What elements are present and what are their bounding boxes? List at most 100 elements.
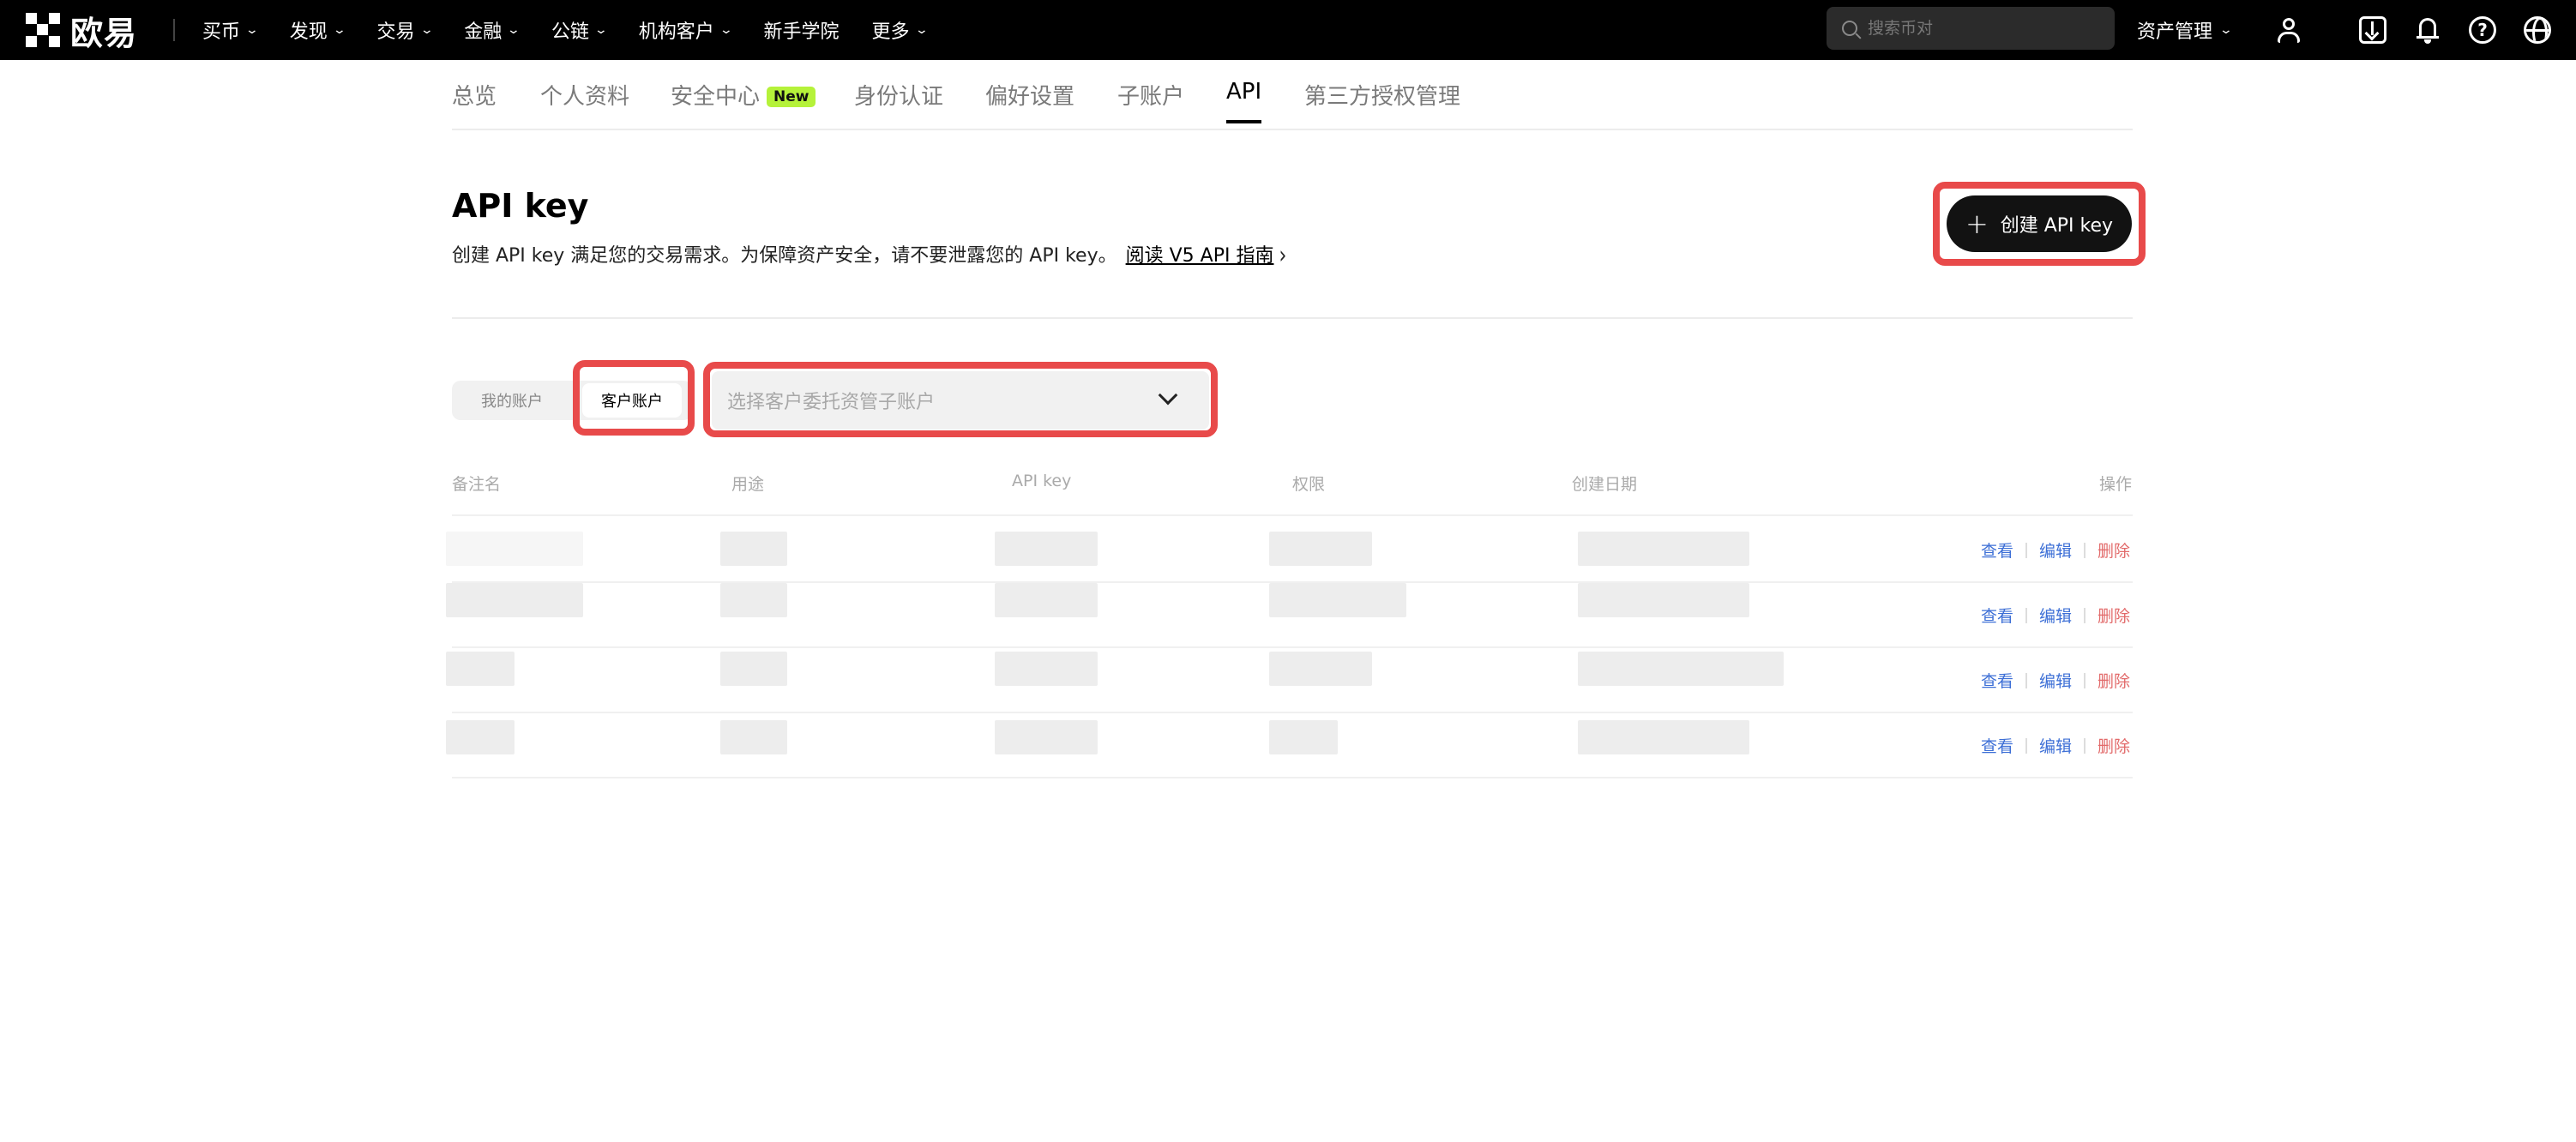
tab-overview[interactable]: 总览 [452, 79, 497, 111]
row-actions: 查看 编辑 删除 [1981, 538, 2130, 562]
row-actions: 查看 编辑 删除 [1981, 669, 2130, 692]
nav-item-finance[interactable]: 金融 ⌄ [464, 16, 521, 44]
column-header-api-key: API key [1012, 472, 1072, 490]
view-button[interactable]: 查看 [1981, 734, 2013, 757]
tab-sub-accounts[interactable]: 子账户 [1117, 79, 1184, 111]
download-button[interactable] [2356, 14, 2389, 46]
action-divider [2083, 542, 2085, 558]
language-button[interactable] [2521, 14, 2554, 46]
blurred-created-date [1578, 583, 1749, 617]
chevron-down-icon: ⌄ [332, 23, 346, 37]
column-header-remark: 备注名 [452, 475, 502, 494]
nav-item-discover[interactable]: 发现 ⌄ [290, 16, 346, 44]
create-api-key-button[interactable]: + 创建 API key [1947, 195, 2132, 252]
nav-item-label: 金融 [464, 21, 503, 43]
search-box[interactable] [1827, 7, 2115, 50]
edit-button[interactable]: 编辑 [2039, 604, 2072, 627]
page-description: 创建 API key 满足您的交易需求。为保障资产安全，请不要泄露您的 API … [452, 240, 1287, 270]
action-divider [2025, 737, 2027, 754]
highlight-client-account [573, 360, 695, 436]
nav-item-label: 更多 [871, 21, 910, 43]
edit-button[interactable]: 编辑 [2039, 669, 2072, 692]
nav-item-buy-crypto[interactable]: 买币 ⌄ [202, 16, 259, 44]
highlight-sub-account-select [703, 362, 1218, 437]
nav-item-trade[interactable]: 交易 ⌄ [376, 16, 434, 44]
edit-button[interactable]: 编辑 [2039, 734, 2072, 757]
tab-identity[interactable]: 身份认证 [854, 79, 943, 111]
blurred-created-date [1578, 532, 1749, 566]
section-divider [452, 317, 2133, 319]
tab-label: API [1226, 79, 1262, 105]
nav-item-label: 买币 [202, 21, 241, 43]
row-divider [452, 777, 2133, 778]
blurred-api-key [995, 583, 1098, 617]
tab-preferences[interactable]: 偏好设置 [985, 79, 1074, 111]
bell-icon[interactable] [2411, 14, 2444, 46]
action-divider [2083, 672, 2085, 688]
asset-management-label: 资产管理 [2137, 21, 2213, 43]
main-nav: 买币 ⌄ 发现 ⌄ 交易 ⌄ 金融 ⌄ 公链 ⌄ 机构客户 ⌄ 新手学院 更多 ⌄ [202, 0, 959, 60]
column-header-actions: 操作 [2099, 475, 2133, 494]
logo-divider [173, 19, 175, 41]
tab-label: 子账户 [1117, 84, 1185, 110]
asset-management-menu[interactable]: 资产管理 ⌄ [2137, 0, 2234, 60]
delete-button[interactable]: 删除 [2098, 669, 2130, 692]
blurred-api-key [995, 652, 1098, 686]
tab-label: 身份认证 [854, 84, 944, 110]
blurred-remark [446, 652, 515, 686]
view-button[interactable]: 查看 [1981, 604, 2013, 627]
blurred-remark [446, 720, 515, 754]
column-header-permissions: 权限 [1292, 475, 1326, 494]
okx-logo[interactable]: 欧易 [26, 11, 137, 52]
help-button[interactable]: ? [2466, 14, 2499, 46]
blurred-remark [446, 532, 583, 566]
search-input[interactable] [1868, 19, 2099, 38]
tab-label: 个人资料 [540, 84, 630, 110]
tab-security[interactable]: 安全中心 New [671, 79, 816, 111]
action-divider [2025, 672, 2027, 688]
tab-label: 第三方授权管理 [1304, 84, 1461, 110]
edit-button[interactable]: 编辑 [2039, 538, 2072, 562]
nav-item-public-chain[interactable]: 公链 ⌄ [551, 16, 608, 44]
nav-item-label: 公链 [551, 21, 590, 43]
blurred-api-key [995, 532, 1098, 566]
nav-item-academy[interactable]: 新手学院 [764, 16, 840, 44]
view-button[interactable]: 查看 [1981, 669, 2013, 692]
tab-third-party-auth[interactable]: 第三方授权管理 [1304, 79, 1460, 111]
row-divider [452, 646, 2133, 648]
delete-button[interactable]: 删除 [2098, 538, 2130, 562]
tab-label: 总览 [452, 84, 497, 110]
api-guide-link[interactable]: 阅读 V5 API 指南 [1126, 245, 1274, 267]
table-header-divider [452, 514, 2133, 516]
chevron-right-icon: › [1279, 242, 1287, 270]
blurred-permissions [1269, 532, 1372, 566]
new-badge: New [767, 87, 816, 107]
tab-label: 安全中心 [671, 84, 761, 110]
create-api-key-label: 创建 API key [2000, 215, 2114, 237]
help-icon: ? [2469, 16, 2496, 44]
nav-item-institutional[interactable]: 机构客户 ⌄ [639, 16, 733, 44]
user-icon[interactable] [2272, 14, 2305, 46]
tab-profile[interactable]: 个人资料 [540, 79, 629, 111]
segment-my-account[interactable]: 我的账户 [452, 381, 572, 420]
nav-item-more[interactable]: 更多 ⌄ [871, 16, 929, 44]
blurred-created-date [1578, 720, 1749, 754]
tab-label: 偏好设置 [985, 84, 1075, 110]
globe-icon [2524, 16, 2551, 44]
column-header-created-date: 创建日期 [1572, 475, 1638, 494]
row-actions: 查看 编辑 删除 [1981, 734, 2130, 757]
tab-api[interactable]: API [1226, 79, 1262, 123]
description-text: 创建 API key 满足您的交易需求。为保障资产安全，请不要泄露您的 API … [452, 245, 1117, 267]
nav-item-label: 新手学院 [763, 21, 840, 43]
blurred-created-date [1578, 652, 1784, 686]
chevron-down-icon: ⌄ [914, 23, 929, 37]
delete-button[interactable]: 删除 [2098, 734, 2130, 757]
blurred-purpose [720, 652, 787, 686]
action-divider [2083, 607, 2085, 623]
chevron-down-icon: ⌄ [2218, 23, 2234, 37]
row-divider [452, 712, 2133, 713]
nav-item-label: 交易 [376, 21, 415, 43]
blurred-permissions [1269, 652, 1372, 686]
delete-button[interactable]: 删除 [2098, 604, 2130, 627]
view-button[interactable]: 查看 [1981, 538, 2013, 562]
